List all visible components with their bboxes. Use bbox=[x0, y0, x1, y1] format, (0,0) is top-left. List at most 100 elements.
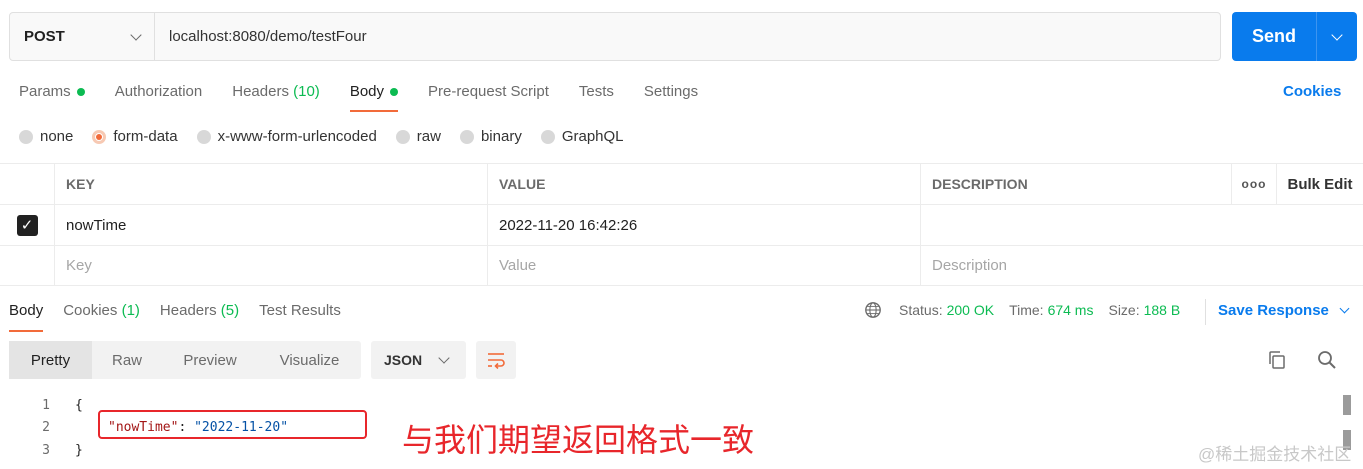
chevron-down-icon bbox=[130, 28, 142, 41]
url-input[interactable]: localhost:8080/demo/testFour bbox=[155, 13, 1220, 60]
tab-response-body[interactable]: Body bbox=[9, 300, 44, 332]
cookies-link[interactable]: Cookies bbox=[1283, 83, 1341, 100]
row-checkbox-cell bbox=[0, 246, 55, 285]
bulk-edit-button[interactable]: Bulk Edit bbox=[1277, 164, 1363, 204]
tab-label: Headers bbox=[159, 302, 217, 319]
code-line: { bbox=[75, 398, 83, 413]
checkbox-checked-icon[interactable]: ✓ bbox=[16, 214, 38, 236]
radio-label: GraphQL bbox=[561, 128, 624, 145]
tab-body[interactable]: Body bbox=[349, 80, 399, 112]
tab-response-cookies[interactable]: Cookies (1) bbox=[63, 300, 140, 332]
tab-tests[interactable]: Tests bbox=[579, 80, 614, 112]
size-group: Size: 188 B bbox=[1108, 302, 1180, 318]
radio-circle[interactable] bbox=[196, 129, 211, 144]
form-data-table: KEY VALUE DESCRIPTION ooo Bulk Edit ✓ no… bbox=[0, 163, 1363, 286]
tab-authorization[interactable]: Authorization bbox=[115, 80, 203, 112]
method-label: POST bbox=[24, 28, 65, 45]
copy-icon[interactable] bbox=[1267, 350, 1287, 370]
status-value[interactable]: 200 OK bbox=[947, 302, 994, 318]
tab-label: Pre-request Script bbox=[428, 83, 549, 100]
method-select[interactable]: POST bbox=[10, 13, 155, 60]
status-group: Status: 200 OK bbox=[899, 302, 994, 318]
description-input[interactable]: Description bbox=[921, 246, 1363, 285]
view-pretty[interactable]: Pretty bbox=[9, 341, 92, 379]
format-select[interactable]: JSON bbox=[371, 341, 466, 379]
time-value[interactable]: 674 ms bbox=[1048, 302, 1094, 318]
value-cell[interactable]: 2022-11-20 16:42:26 bbox=[488, 205, 921, 245]
view-visualize[interactable]: Visualize bbox=[258, 341, 361, 379]
body-type-radios: none form-data x-www-form-urlencoded raw… bbox=[19, 128, 643, 145]
tab-headers[interactable]: Headers (10) bbox=[232, 80, 320, 112]
response-view-switch: Pretty Raw Preview Visualize bbox=[9, 341, 361, 379]
tab-label: Test Results bbox=[259, 302, 341, 319]
radio-circle[interactable] bbox=[459, 129, 474, 144]
search-icon[interactable] bbox=[1317, 350, 1337, 370]
send-button[interactable]: Send bbox=[1232, 12, 1317, 61]
tab-response-headers[interactable]: Headers (5) bbox=[160, 300, 239, 332]
chevron-down-icon bbox=[1331, 28, 1343, 41]
tab-pre-request-script[interactable]: Pre-request Script bbox=[428, 80, 549, 112]
tab-label: Params bbox=[19, 83, 71, 100]
tab-params[interactable]: Params bbox=[19, 80, 85, 112]
header-spacer bbox=[0, 164, 55, 204]
line-number: 2 bbox=[42, 420, 50, 435]
tab-count: (1) bbox=[121, 302, 140, 319]
radio-graphql[interactable]: GraphQL bbox=[540, 128, 624, 145]
wrap-lines-button[interactable] bbox=[476, 341, 516, 379]
value-input[interactable]: Value bbox=[488, 246, 921, 285]
save-response-button[interactable]: Save Response bbox=[1218, 302, 1350, 319]
radio-raw[interactable]: raw bbox=[395, 128, 441, 145]
tab-count: (10) bbox=[293, 83, 320, 100]
size-label: Size: bbox=[1108, 302, 1140, 318]
annotation-text: 与我们期望返回格式一致 bbox=[402, 421, 755, 459]
key-cell[interactable]: nowTime bbox=[55, 205, 488, 245]
time-group: Time: 674 ms bbox=[1009, 302, 1093, 318]
highlight-box bbox=[98, 410, 367, 439]
size-value[interactable]: 188 B bbox=[1144, 302, 1181, 318]
radio-none[interactable]: none bbox=[19, 128, 73, 145]
line-number: 3 bbox=[42, 443, 50, 458]
radio-circle[interactable] bbox=[395, 129, 410, 144]
scrollbar-thumb[interactable] bbox=[1343, 395, 1351, 415]
key-input[interactable]: Key bbox=[55, 246, 488, 285]
tab-label: Body bbox=[349, 83, 385, 100]
radio-form-data[interactable]: form-data bbox=[92, 128, 178, 145]
radio-label: none bbox=[40, 128, 74, 145]
request-bar: POST localhost:8080/demo/testFour bbox=[9, 12, 1221, 61]
table-row-new: Key Value Description bbox=[0, 245, 1363, 286]
divider bbox=[1205, 299, 1206, 325]
view-preview[interactable]: Preview bbox=[162, 341, 258, 379]
radio-label: x-www-form-urlencoded bbox=[217, 128, 377, 145]
description-cell[interactable] bbox=[921, 205, 1363, 245]
tab-label: Tests bbox=[578, 83, 614, 100]
chevron-down-icon bbox=[438, 352, 450, 364]
format-label: JSON bbox=[384, 352, 423, 368]
save-response-label: Save Response bbox=[1218, 302, 1329, 319]
radio-circle[interactable] bbox=[540, 129, 555, 144]
table-row: ✓ nowTime 2022-11-20 16:42:26 bbox=[0, 204, 1363, 245]
tab-label: Authorization bbox=[114, 83, 203, 100]
response-status-bar: Status: 200 OK Time: 674 ms Size: 188 B bbox=[864, 301, 1195, 319]
tab-label: Body bbox=[9, 302, 44, 319]
tab-label: Cookies bbox=[63, 302, 118, 319]
radio-label: form-data bbox=[113, 128, 178, 145]
time-label: Time: bbox=[1009, 302, 1044, 318]
more-options-icon[interactable]: ooo bbox=[1232, 164, 1277, 204]
header-description: DESCRIPTION bbox=[921, 164, 1232, 204]
code-line: } bbox=[75, 443, 83, 458]
radio-urlencoded[interactable]: x-www-form-urlencoded bbox=[196, 128, 377, 145]
response-tabs: Body Cookies (1) Headers (5) Test Result… bbox=[9, 300, 361, 332]
globe-icon[interactable] bbox=[864, 301, 882, 319]
watermark: @稀土掘金技术社区 bbox=[1198, 445, 1352, 464]
radio-binary[interactable]: binary bbox=[459, 128, 522, 145]
tab-settings[interactable]: Settings bbox=[644, 80, 698, 112]
radio-circle[interactable] bbox=[19, 129, 33, 144]
request-tabs: Params Authorization Headers (10) Body P… bbox=[19, 80, 728, 112]
tab-test-results[interactable]: Test Results bbox=[259, 300, 341, 332]
tab-label: Settings bbox=[643, 83, 699, 100]
send-options-button[interactable] bbox=[1317, 12, 1357, 61]
view-raw[interactable]: Raw bbox=[92, 341, 162, 379]
wrap-lines-icon bbox=[488, 353, 505, 369]
header-key: KEY bbox=[55, 164, 488, 204]
radio-circle-selected[interactable] bbox=[92, 129, 107, 144]
